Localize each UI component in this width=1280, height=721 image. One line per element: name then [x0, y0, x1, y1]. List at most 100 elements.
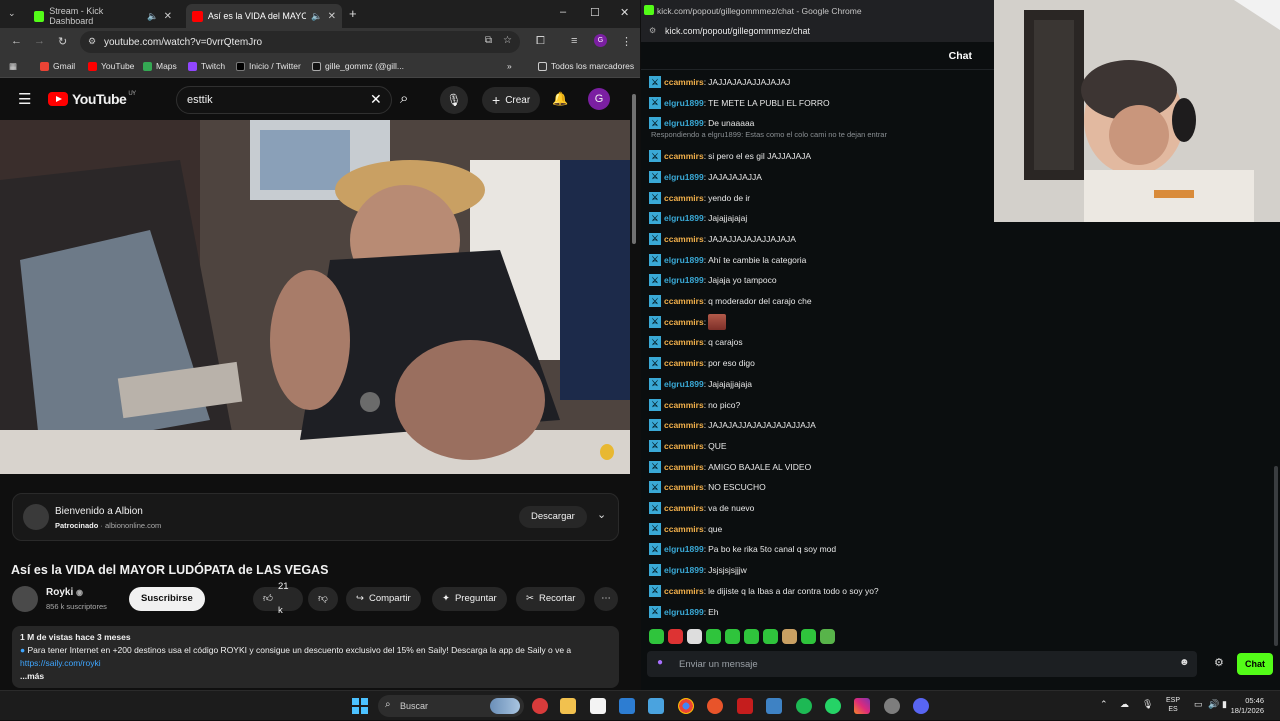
- chat-message[interactable]: ⚔ elgru1899: Jajaja yo tampoco: [649, 272, 777, 288]
- tab-youtube-video[interactable]: Así es la VIDA del MAYOR LUDÓPATA DE LAS…: [186, 4, 342, 28]
- speaker-icon[interactable]: 🔈: [147, 11, 158, 22]
- display-icon[interactable]: ▭: [1194, 699, 1203, 710]
- chat-scrollbar[interactable]: [1274, 466, 1278, 646]
- chat-username[interactable]: ccammirs: [664, 317, 704, 327]
- tab-kick-dashboard[interactable]: Stream - Kick Dashboard 🔈 ✕: [28, 4, 178, 28]
- create-button[interactable]: + Crear: [482, 87, 541, 113]
- emote-icon[interactable]: [649, 629, 664, 644]
- microphone-icon[interactable]: 🎙: [440, 86, 468, 114]
- close-tab-icon[interactable]: ✕: [164, 11, 172, 22]
- chat-message[interactable]: ⚔ elgru1899: Ahí te cambie la categoria: [649, 252, 806, 268]
- emote-icon[interactable]: [668, 629, 683, 644]
- chat-message[interactable]: ⚔ ccammirs: por eso digo: [649, 355, 755, 371]
- chat-message[interactable]: ⚔ ccammirs:: [649, 313, 727, 330]
- notifications-icon[interactable]: 🔔: [552, 91, 568, 107]
- chat-message[interactable]: ⚔ ccammirs: QUE: [649, 438, 727, 454]
- chat-username[interactable]: ccammirs: [664, 462, 704, 472]
- chrome-icon[interactable]: [678, 698, 694, 714]
- dislike-button[interactable]: 👎︎: [308, 587, 338, 611]
- chat-username[interactable]: ccammirs: [664, 358, 704, 368]
- chat-username[interactable]: elgru1899: [664, 607, 704, 617]
- site-info-icon[interactable]: ⚙: [649, 26, 656, 35]
- taskbar-search-input[interactable]: Buscar: [378, 695, 524, 717]
- sponsored-banner[interactable]: Bienvenido a Albion Patrocinado · albion…: [12, 493, 619, 541]
- app-icon[interactable]: [884, 698, 900, 714]
- chat-message[interactable]: ⚔ ccammirs: va de nuevo: [649, 500, 754, 516]
- bookmark-tiktok[interactable]: gille_gommz (@gill...: [312, 61, 404, 71]
- install-icon[interactable]: ⧉: [485, 35, 492, 46]
- media-icon[interactable]: ≡: [571, 35, 577, 47]
- chat-message[interactable]: ⚔ ccammirs: JAJAJJAJAJAJJAJAJA: [649, 231, 796, 247]
- all-bookmarks[interactable]: Todos los marcadores: [538, 61, 634, 71]
- maximize-icon[interactable]: ☐: [590, 6, 600, 19]
- site-info-icon[interactable]: ⚙: [88, 36, 96, 47]
- chat-message[interactable]: ⚔ ccammirs: no pico?: [649, 397, 740, 413]
- network-icon[interactable]: ☁: [1120, 699, 1129, 710]
- avatar[interactable]: G: [588, 88, 610, 110]
- language-indicator[interactable]: ESP ES: [1166, 696, 1180, 714]
- chat-message[interactable]: ⚔ elgru1899: TE METE LA PUBLI EL FORRO: [649, 95, 830, 111]
- chat-username[interactable]: ccammirs: [664, 586, 704, 596]
- instagram-icon[interactable]: [854, 698, 870, 714]
- windows-start-icon[interactable]: [352, 698, 368, 714]
- chat-message[interactable]: ⚔ ccammirs: q carajos: [649, 334, 743, 350]
- chat-username[interactable]: ccammirs: [664, 77, 704, 87]
- chat-message[interactable]: ⚔ ccammirs: JAJAJAJJAJAJAJAJAJJAJA: [649, 417, 816, 433]
- channel-name[interactable]: Royki ◉: [46, 587, 83, 598]
- bookmark-maps[interactable]: Maps: [143, 61, 177, 71]
- discord-icon[interactable]: [913, 698, 929, 714]
- chat-message[interactable]: ⚔ elgru1899: De unaaaaa: [649, 115, 754, 131]
- chat-username[interactable]: ccammirs: [664, 193, 704, 203]
- search-icon[interactable]: ⌕: [400, 90, 408, 107]
- chat-username[interactable]: elgru1899: [664, 172, 704, 182]
- more-actions-button[interactable]: ⋯: [594, 587, 618, 611]
- bookmark-star-icon[interactable]: ☆: [503, 35, 512, 46]
- scrollbar-thumb[interactable]: [632, 94, 636, 244]
- chat-username[interactable]: ccammirs: [664, 503, 704, 513]
- chat-message[interactable]: ⚔ elgru1899: Jajajajjajaja: [649, 376, 752, 392]
- chat-username[interactable]: ccammirs: [664, 296, 704, 306]
- store-icon[interactable]: [590, 698, 606, 714]
- chat-username[interactable]: ccammirs: [664, 441, 704, 451]
- chat-username[interactable]: ccammirs: [664, 337, 704, 347]
- chevron-up-icon[interactable]: ⌃: [1100, 699, 1108, 710]
- chat-message[interactable]: ⚔ ccammirs: que: [649, 521, 722, 537]
- chat-username[interactable]: elgru1899: [664, 213, 704, 223]
- video-player[interactable]: [0, 120, 630, 474]
- chat-username[interactable]: ccammirs: [664, 482, 704, 492]
- emote-icon[interactable]: [801, 629, 816, 644]
- new-tab-icon[interactable]: +: [349, 6, 357, 21]
- emote-icon[interactable]: [706, 629, 721, 644]
- speaker-icon[interactable]: 🔈: [311, 11, 322, 22]
- chat-username[interactable]: ccammirs: [664, 420, 704, 430]
- chat-message[interactable]: ⚔ ccammirs: yendo de ir: [649, 190, 750, 206]
- url-field[interactable]: ⚙ youtube.com/watch?v=0vrrQtemJro ⧉ ☆: [80, 31, 520, 53]
- chat-username[interactable]: ccammirs: [664, 151, 704, 161]
- chat-username[interactable]: ccammirs: [664, 400, 704, 410]
- chat-message[interactable]: ⚔ elgru1899: Jajajjajajaj: [649, 210, 747, 226]
- chat-username[interactable]: elgru1899: [664, 255, 704, 265]
- spotify-icon[interactable]: [796, 698, 812, 714]
- chevron-down-icon[interactable]: ⌄: [597, 508, 606, 521]
- ask-button[interactable]: ✦ Preguntar: [432, 587, 507, 611]
- minimize-icon[interactable]: –: [560, 6, 566, 18]
- chat-message[interactable]: ⚔ elgru1899: Jsjsjsjsjjjw: [649, 562, 747, 578]
- description-box[interactable]: 1 M de vistas hace 3 meses ● Para tener …: [12, 626, 619, 688]
- app-icon[interactable]: [737, 698, 753, 714]
- tab-search-icon[interactable]: ⌄: [8, 8, 16, 19]
- close-tab-icon[interactable]: ✕: [328, 11, 336, 22]
- microphone-icon[interactable]: ●: [657, 657, 663, 668]
- emote-icon[interactable]: [725, 629, 740, 644]
- chat-username[interactable]: elgru1899: [664, 565, 704, 575]
- forward-icon[interactable]: →: [34, 35, 45, 47]
- app-icon[interactable]: [766, 698, 782, 714]
- microphone-icon[interactable]: 🎙: [1142, 699, 1153, 710]
- close-window-icon[interactable]: ✕: [620, 6, 629, 19]
- chat-username[interactable]: ccammirs: [664, 524, 704, 534]
- bookmark-gmail[interactable]: Gmail: [40, 61, 75, 71]
- extensions-icon[interactable]: ⧠: [536, 35, 545, 48]
- chat-message[interactable]: ⚔ ccammirs: JAJJAJAJAJJAJAJAJ: [649, 74, 790, 90]
- chat-message[interactable]: ⚔ ccammirs: NO ESCUCHO: [649, 479, 766, 495]
- app-icon[interactable]: [707, 698, 723, 714]
- send-chat-button[interactable]: Chat: [1237, 653, 1273, 675]
